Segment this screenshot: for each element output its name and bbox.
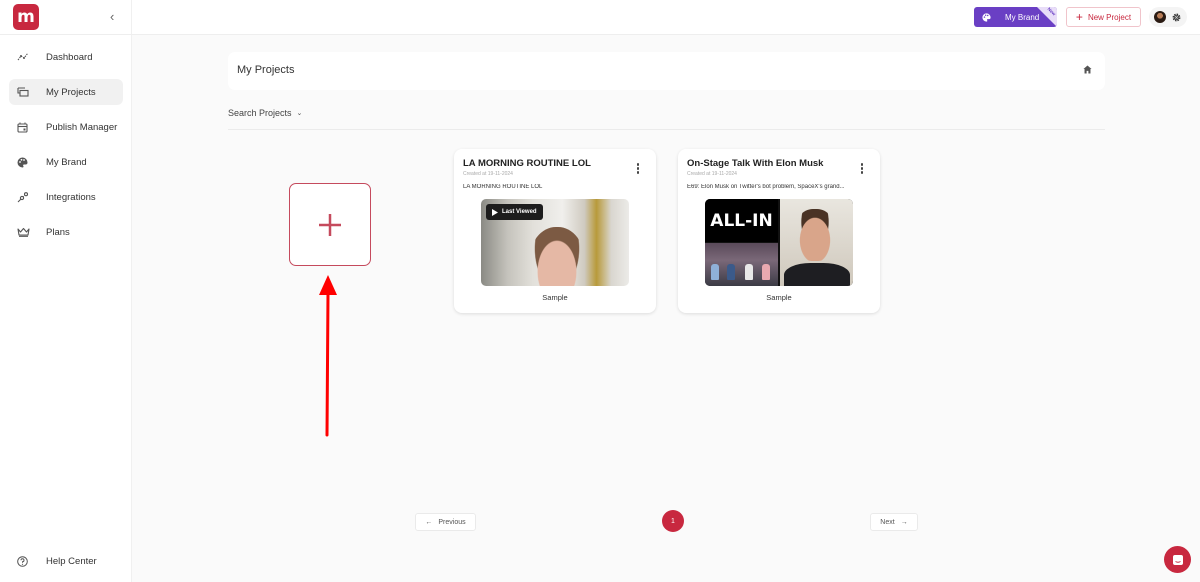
chat-icon <box>1172 554 1183 565</box>
sidebar-item-label: Plans <box>46 226 70 238</box>
sidebar-item-publish-manager[interactable]: Publish Manager <box>9 114 123 140</box>
search-projects-label: Search Projects <box>228 108 292 118</box>
next-label: Next <box>880 518 895 526</box>
help-center-label: Help Center <box>46 555 97 567</box>
play-icon <box>492 208 498 216</box>
palette-icon <box>982 12 991 22</box>
next-page-button[interactable]: Next → <box>870 513 918 531</box>
sidebar-item-label: Integrations <box>46 191 96 203</box>
project-created-date: Created at 19-11-2024 <box>687 171 737 177</box>
thumbnail-subject <box>529 227 585 286</box>
sidebar-divider <box>0 34 132 35</box>
new-project-button[interactable]: + New Project <box>1066 7 1141 27</box>
project-created-date: Created at 19-11-2024 <box>463 171 513 177</box>
top-bar: My Brand New + New Project <box>132 0 1200 35</box>
plus-icon: + <box>1075 10 1083 24</box>
app-logo[interactable]: m <box>13 4 39 30</box>
content-divider <box>228 129 1105 130</box>
chart-line-icon <box>9 52 37 62</box>
collapse-sidebar-icon[interactable]: ‹ <box>110 9 114 24</box>
user-controls <box>1149 7 1187 27</box>
calendar-icon <box>9 122 37 133</box>
project-description: LA MORNING ROUTINE LOL <box>463 184 543 190</box>
project-title: On-Stage Talk With Elon Musk <box>687 158 824 169</box>
last-viewed-badge: Last Viewed <box>486 204 543 220</box>
avatar[interactable] <box>1154 11 1167 23</box>
sidebar-item-label: Dashboard <box>46 51 93 63</box>
new-project-label: New Project <box>1087 12 1132 22</box>
sidebar: m ‹ Dashboard My Projects Publish Manage… <box>0 0 132 582</box>
arrow-right-icon: → <box>900 518 908 526</box>
more-options-icon[interactable] <box>634 162 643 175</box>
sidebar-nav: Dashboard My Projects Publish Manager My… <box>9 44 123 254</box>
project-thumbnail[interactable]: Last Viewed <box>481 199 629 286</box>
annotation-arrow <box>319 275 337 437</box>
sidebar-item-integrations[interactable]: Integrations <box>9 184 123 210</box>
plus-icon <box>319 213 341 236</box>
project-title: LA MORNING ROUTINE LOL <box>463 158 591 169</box>
project-card[interactable]: LA MORNING ROUTINE LOL Created at 19-11-… <box>454 149 656 313</box>
sidebar-item-my-brand[interactable]: My Brand <box>9 149 123 175</box>
crown-icon <box>9 227 37 237</box>
project-description: E69: Elon Musk on Twitter's bot problem,… <box>687 184 845 190</box>
sidebar-item-label: Publish Manager <box>46 121 118 133</box>
add-project-card[interactable] <box>289 183 371 266</box>
thumbnail-panel-scene <box>705 243 778 286</box>
sidebar-item-label: My Brand <box>46 156 87 168</box>
my-brand-button[interactable]: My Brand New <box>974 7 1057 27</box>
last-viewed-label: Last Viewed <box>502 209 537 215</box>
project-card[interactable]: On-Stage Talk With Elon Musk Created at … <box>678 149 880 313</box>
thumbnail-speaker <box>780 199 853 286</box>
more-options-icon[interactable] <box>858 162 867 175</box>
page-title: My Projects <box>237 64 295 76</box>
project-tag: Sample <box>542 293 568 302</box>
folder-stack-icon <box>9 87 37 97</box>
home-icon[interactable] <box>1083 65 1092 74</box>
project-tag: Sample <box>766 293 792 302</box>
page-number-current[interactable]: 1 <box>662 510 684 532</box>
my-brand-label: My Brand <box>1005 12 1040 22</box>
previous-label: Previous <box>438 518 466 526</box>
chevron-down-icon: ⌄ <box>296 110 303 117</box>
gear-icon[interactable] <box>1171 12 1182 23</box>
thumbnail-title-text: ALL-IN <box>705 199 778 242</box>
sidebar-item-plans[interactable]: Plans <box>9 219 123 245</box>
palette-icon <box>9 157 37 168</box>
search-projects-dropdown[interactable]: Search Projects ⌄ <box>228 108 302 118</box>
sidebar-item-my-projects[interactable]: My Projects <box>9 79 123 105</box>
arrow-left-icon: ← <box>425 518 433 526</box>
previous-page-button[interactable]: ← Previous <box>415 513 476 531</box>
chat-support-button[interactable] <box>1164 546 1191 573</box>
plug-icon <box>9 191 37 203</box>
sidebar-item-dashboard[interactable]: Dashboard <box>9 44 123 70</box>
project-thumbnail[interactable]: ALL-IN <box>705 199 853 286</box>
help-center-link[interactable]: Help Center <box>9 550 123 572</box>
help-circle-icon <box>9 555 37 567</box>
page-header: My Projects <box>228 52 1105 90</box>
sidebar-item-label: My Projects <box>46 86 96 98</box>
